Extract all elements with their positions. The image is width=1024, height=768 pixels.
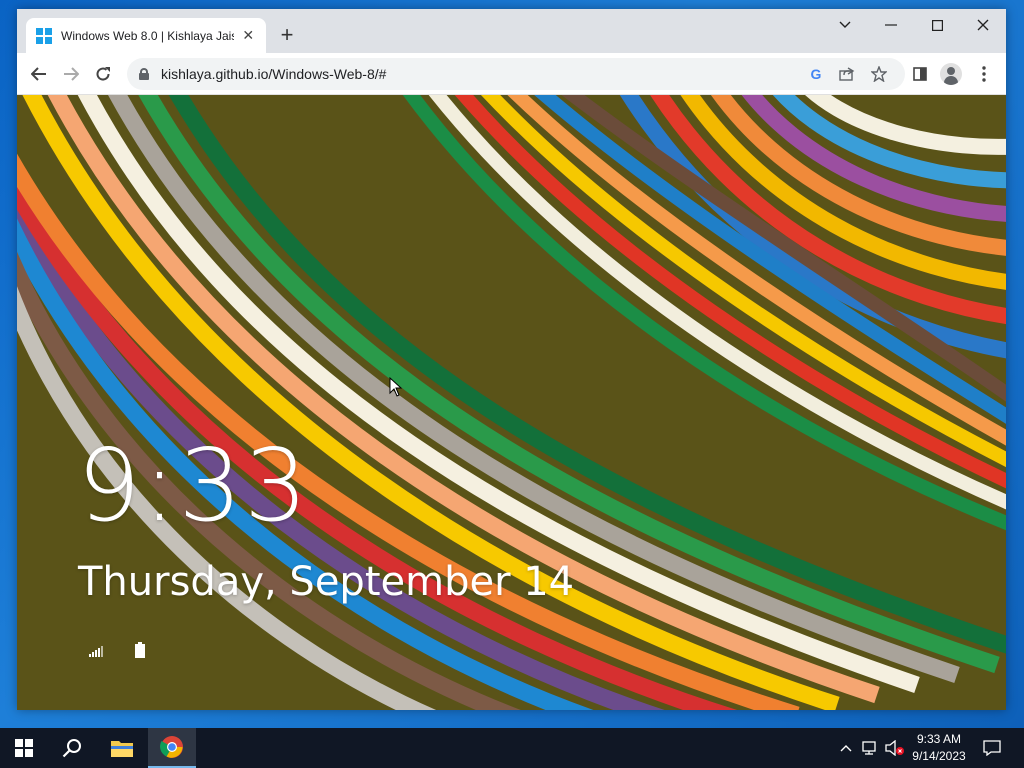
minimize-icon[interactable] bbox=[868, 9, 914, 41]
taskbar-clock[interactable]: 9:33 AM 9/14/2023 bbox=[908, 731, 970, 765]
chevron-down-icon[interactable] bbox=[822, 9, 868, 41]
menu-icon[interactable] bbox=[972, 62, 996, 86]
side-panel-icon[interactable] bbox=[908, 62, 932, 86]
maximize-icon[interactable] bbox=[914, 9, 960, 41]
browser-window: Windows Web 8.0 | Kishlaya Jaisw ✕ + kis… bbox=[17, 9, 1006, 710]
file-explorer-icon[interactable] bbox=[98, 728, 146, 768]
windows-start-icon[interactable] bbox=[0, 728, 48, 768]
network-icon[interactable] bbox=[861, 738, 881, 758]
close-icon[interactable] bbox=[960, 9, 1006, 41]
lockscreen-wallpaper bbox=[17, 95, 1006, 710]
windows-favicon-icon bbox=[36, 27, 52, 44]
google-icon[interactable]: G bbox=[806, 64, 826, 84]
taskbar: 9:33 AM 9/14/2023 bbox=[0, 728, 1024, 768]
profile-icon[interactable] bbox=[939, 62, 963, 86]
taskbar-date: 9/14/2023 bbox=[912, 749, 966, 763]
search-icon[interactable] bbox=[48, 728, 96, 768]
chevron-up-icon[interactable] bbox=[836, 738, 856, 758]
reload-icon[interactable] bbox=[89, 60, 117, 88]
volume-muted-icon[interactable] bbox=[885, 738, 905, 758]
tab-close-icon[interactable]: ✕ bbox=[240, 27, 256, 44]
tab-strip: Windows Web 8.0 | Kishlaya Jaisw ✕ + bbox=[17, 9, 1006, 53]
browser-tab[interactable]: Windows Web 8.0 | Kishlaya Jaisw ✕ bbox=[26, 18, 266, 53]
tab-title: Windows Web 8.0 | Kishlaya Jaisw bbox=[61, 28, 235, 43]
notification-icon[interactable] bbox=[982, 738, 1002, 758]
lockscreen[interactable]: 9:33 Thursday, September 14 bbox=[17, 95, 1006, 710]
browser-toolbar: kishlaya.github.io/Windows-Web-8/# G bbox=[17, 53, 1006, 95]
chrome-icon[interactable] bbox=[148, 728, 196, 768]
star-icon[interactable] bbox=[869, 64, 889, 84]
address-bar[interactable]: kishlaya.github.io/Windows-Web-8/# G bbox=[127, 58, 905, 90]
lockscreen-clock: 9:33 bbox=[77, 427, 310, 544]
lock-icon[interactable] bbox=[139, 68, 149, 80]
new-tab-button[interactable]: + bbox=[275, 22, 299, 47]
share-icon[interactable] bbox=[837, 64, 857, 84]
url-text: kishlaya.github.io/Windows-Web-8/# bbox=[161, 66, 387, 82]
forward-icon[interactable] bbox=[57, 60, 85, 88]
back-icon[interactable] bbox=[25, 60, 53, 88]
taskbar-time: 9:33 AM bbox=[916, 732, 962, 746]
lockscreen-date: Thursday, September 14 bbox=[78, 559, 575, 605]
